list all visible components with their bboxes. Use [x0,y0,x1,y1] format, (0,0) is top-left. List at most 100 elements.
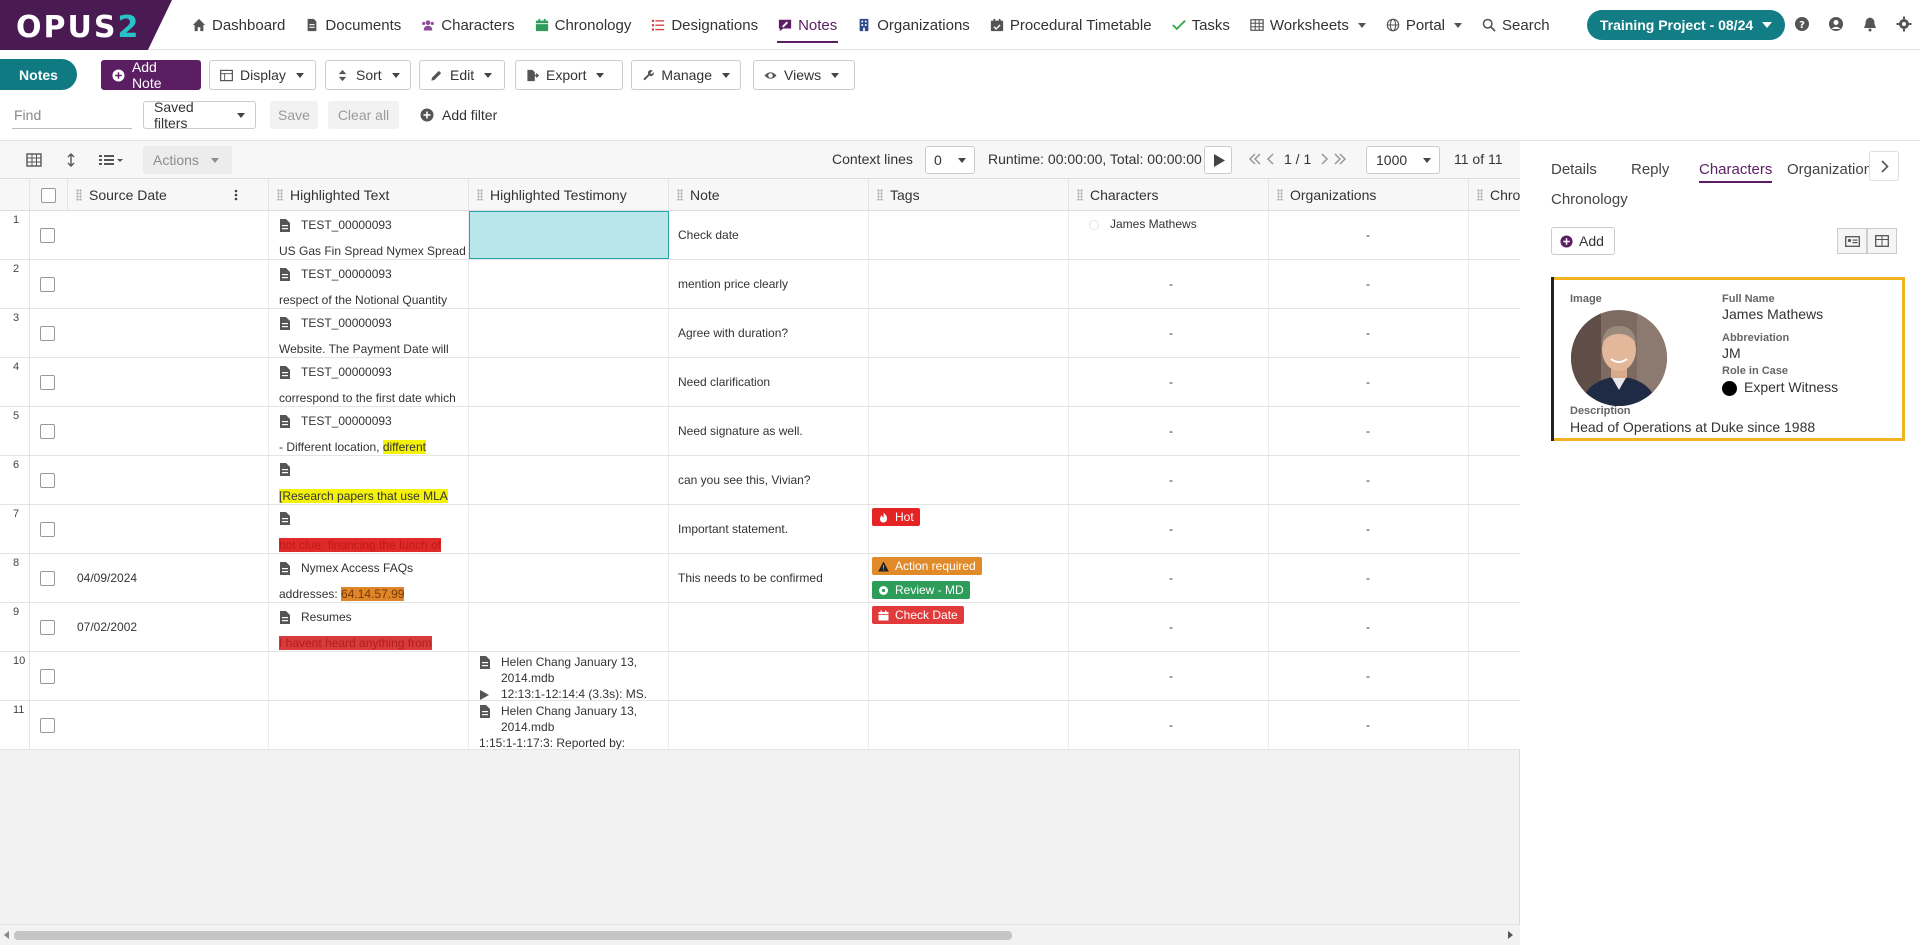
document-link[interactable]: TEST_00000093 [279,365,392,379]
row-checkbox[interactable] [40,424,55,439]
drag-handle-icon[interactable] [677,189,683,201]
user-account-icon[interactable] [1828,16,1844,32]
cell-organizations[interactable]: - [1269,407,1469,455]
cell-chronology[interactable] [1469,505,1520,553]
table-row[interactable]: 11 Helen Chang January 13, 2014.mdb 1:15:1-… [0,701,1520,750]
nav-search[interactable]: Search [1472,0,1560,50]
cell-highlighted-text[interactable]: TEST_00000093 - Different location, diffe… [269,407,469,455]
cell-chronology[interactable] [1469,603,1520,651]
per-page-select[interactable]: 1000 [1366,146,1440,174]
tab-chronology[interactable]: Chronology [1551,191,1628,208]
table-row[interactable]: 1 TEST_00000093 US Gas Fin Spread Nymex Sp… [0,211,1520,260]
card-view-toggle[interactable] [1837,228,1867,254]
cell-characters[interactable]: - [1069,505,1269,553]
cell-source-date[interactable] [68,505,269,553]
cell-organizations[interactable]: - [1269,358,1469,406]
cell-highlighted-testimony[interactable] [469,211,669,259]
edit-dropdown[interactable]: Edit [419,60,505,90]
column-characters[interactable]: Characters [1069,179,1269,210]
cell-chronology[interactable] [1469,554,1520,602]
cell-tags[interactable] [869,701,1069,749]
cell-highlighted-text[interactable]: TEST_00000093 correspond to the first dat… [269,358,469,406]
table-row[interactable]: 10 Helen Chang January 13, 2014.mdb 12:13:1… [0,652,1520,701]
play-icon[interactable] [479,688,490,701]
table-row[interactable]: 5 TEST_00000093 - Different location, diff… [0,407,1520,456]
cell-source-date[interactable] [68,456,269,504]
next-page-icon[interactable] [1319,153,1329,165]
cell-tags[interactable]: Check Date [869,603,1069,651]
cell-chronology[interactable] [1469,456,1520,504]
column-highlighted-testimony[interactable]: Highlighted Testimony [469,179,669,210]
column-highlighted-text[interactable]: Highlighted Text [269,179,469,210]
cell-organizations[interactable]: - [1269,505,1469,553]
row-checkbox[interactable] [40,620,55,635]
row-checkbox[interactable] [40,473,55,488]
cell-source-date[interactable]: 07/02/2002 [68,603,269,651]
cell-characters[interactable]: - [1069,652,1269,700]
tag-badge[interactable]: Hot [872,508,920,526]
drag-handle-icon[interactable] [277,189,283,201]
table-row[interactable]: 6 [Research papers that use MLA can you se… [0,456,1520,505]
saved-filters-dropdown[interactable]: Saved filters [143,99,256,131]
cell-chronology[interactable] [1469,407,1520,455]
cell-characters[interactable]: - [1069,603,1269,651]
cell-characters[interactable]: - [1069,260,1269,308]
cell-highlighted-text[interactable]: [Research papers that use MLA [269,456,469,504]
scrollbar-thumb[interactable] [14,931,1012,940]
columns-icon[interactable] [98,153,124,167]
document-link[interactable]: TEST_00000093 [279,316,392,330]
column-note[interactable]: Note [669,179,869,210]
table-row[interactable]: 8 04/09/2024 Nymex Access FAQs addresses: 6… [0,554,1520,603]
column-source-date[interactable]: Source Date [68,179,269,210]
cell-tags[interactable] [869,309,1069,357]
row-checkbox[interactable] [40,228,55,243]
table-row[interactable]: 2 TEST_00000093 respect of the Notional Qu… [0,260,1520,309]
cell-highlighted-text[interactable] [269,652,469,700]
scroll-left-icon[interactable] [4,931,9,939]
settings-gear-icon[interactable] [1896,16,1912,32]
cell-characters[interactable]: James Mathews [1069,211,1269,259]
cell-highlighted-testimony[interactable]: Helen Chang January 13, 2014.mdb 1:15:1-1:… [469,701,669,749]
manage-dropdown[interactable]: Manage [631,60,741,90]
add-filter-button[interactable]: Add filter [410,101,540,129]
nav-documents[interactable]: Documents [295,0,411,50]
sort-dropdown[interactable]: Sort [325,60,411,90]
clear-all-button[interactable]: Clear all [328,101,399,129]
cell-characters[interactable]: - [1069,358,1269,406]
cell-tags[interactable] [869,456,1069,504]
cell-chronology[interactable] [1469,260,1520,308]
cell-note[interactable] [669,652,869,700]
cell-note[interactable]: mention price clearly [669,260,869,308]
horizontal-scrollbar[interactable] [0,924,1520,945]
document-link[interactable]: TEST_00000093 [279,267,392,281]
prev-page-icon[interactable] [1266,153,1276,165]
tab-details[interactable]: Details [1551,161,1597,178]
cell-note[interactable] [669,603,869,651]
row-checkbox[interactable] [40,375,55,390]
cell-tags[interactable] [869,211,1069,259]
cell-note[interactable]: can you see this, Vivian? [669,456,869,504]
cell-highlighted-text[interactable]: Nymex Access FAQs addresses: 64.14.57.99 [269,554,469,602]
cell-highlighted-testimony[interactable]: Helen Chang January 13, 2014.mdb 12:13:1-1… [469,652,669,700]
cell-source-date[interactable] [68,652,269,700]
cell-note[interactable]: Important statement. [669,505,869,553]
cell-highlighted-testimony[interactable] [469,505,669,553]
row-checkbox[interactable] [40,277,55,292]
cell-tags[interactable] [869,358,1069,406]
cell-characters[interactable]: - [1069,309,1269,357]
context-lines-select[interactable]: 0 [925,146,975,174]
table-row[interactable]: 9 07/02/2002 Resumes I havent heard anythin… [0,603,1520,652]
views-dropdown[interactable]: Views [753,60,855,90]
row-checkbox[interactable] [40,718,55,733]
cell-highlighted-text[interactable]: hot clue: financing the lunch of [269,505,469,553]
cell-highlighted-text[interactable]: TEST_00000093 US Gas Fin Spread Nymex Spr… [269,211,469,259]
cell-chronology[interactable] [1469,358,1520,406]
column-tags[interactable]: Tags [869,179,1069,210]
cell-chronology[interactable] [1469,211,1520,259]
drag-handle-icon[interactable] [877,189,883,201]
nav-characters[interactable]: Characters [411,0,524,50]
cell-source-date[interactable] [68,407,269,455]
cell-characters[interactable]: - [1069,554,1269,602]
cell-organizations[interactable]: - [1269,211,1469,259]
cell-highlighted-text[interactable] [269,701,469,749]
